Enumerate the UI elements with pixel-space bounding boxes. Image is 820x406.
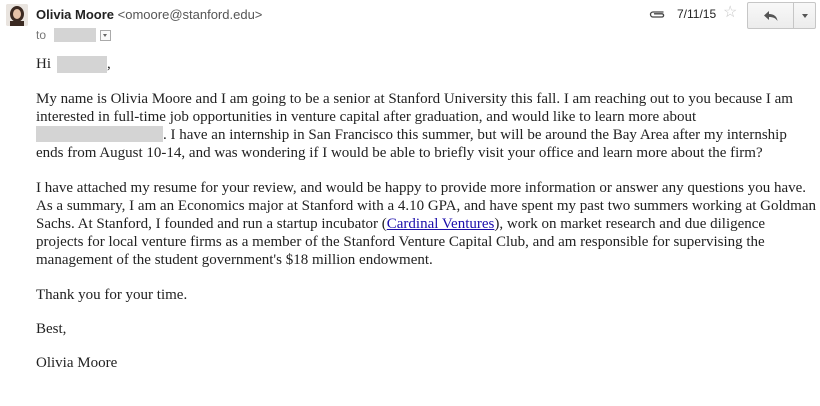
reply-arrow-icon xyxy=(763,10,777,21)
sender-name[interactable]: Olivia Moore xyxy=(36,7,114,22)
to-label: to xyxy=(36,28,47,42)
paragraph-intro: My name is Olivia Moore and I am going t… xyxy=(36,90,816,162)
recipient-details-dropdown-icon[interactable] xyxy=(100,29,112,41)
sender-avatar[interactable] xyxy=(6,4,28,26)
recipient-line: to xyxy=(36,28,112,42)
signature-line: Olivia Moore xyxy=(36,355,118,371)
star-icon[interactable]: ☆ xyxy=(723,5,737,21)
reply-button[interactable] xyxy=(748,3,794,28)
more-actions-button[interactable] xyxy=(794,3,815,28)
paragraph-intro-text-a: My name is Olivia Moore and I am going t… xyxy=(36,91,793,125)
signoff-line: Best, xyxy=(36,321,67,337)
message-date: 7/11/15 xyxy=(677,7,717,21)
message-header: Olivia Moore <omoore@stanford.edu> to 7/… xyxy=(0,0,820,52)
greeting-comma: , xyxy=(107,56,111,72)
greeting-word: Hi xyxy=(36,56,51,72)
recipient-redacted xyxy=(54,28,97,42)
message-body: Hi , My name is Olivia Moore and I am go… xyxy=(36,55,816,388)
paragraph-summary: I have attached my resume for your revie… xyxy=(36,179,816,269)
reply-button-group xyxy=(747,2,816,29)
recipient-name-redacted xyxy=(57,55,107,73)
cardinal-ventures-link[interactable]: Cardinal Ventures xyxy=(387,216,495,232)
chevron-down-icon xyxy=(801,13,808,18)
thanks-line: Thank you for your time. xyxy=(36,287,188,303)
firm-name-redacted xyxy=(36,126,163,142)
greeting: Hi , xyxy=(36,55,816,73)
sender-line: Olivia Moore <omoore@stanford.edu> xyxy=(36,7,262,22)
sender-email: <omoore@stanford.edu> xyxy=(117,7,263,22)
paperclip-icon xyxy=(649,11,665,18)
